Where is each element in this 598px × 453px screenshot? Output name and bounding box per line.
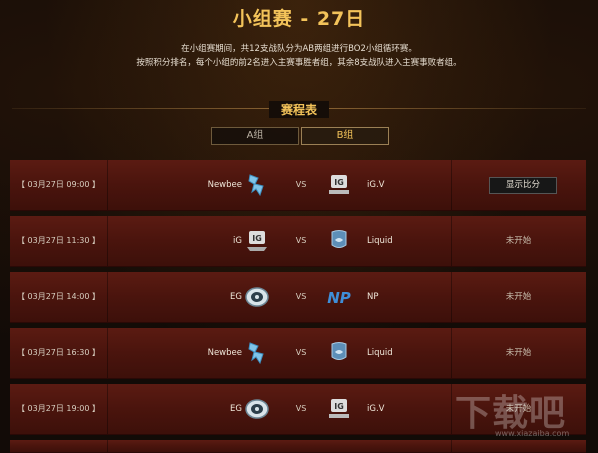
match-row: 【 03月27日 11:30 】 iG IG VS Liquid 未开始 — [10, 216, 586, 267]
vs-label: VS — [295, 404, 307, 413]
vs-label: VS — [295, 292, 307, 301]
team-left-name: Newbee — [207, 180, 242, 190]
column-divider — [107, 384, 108, 434]
team-liquid-icon — [326, 228, 352, 254]
team-right-name: iG.V — [367, 180, 385, 190]
newbee-icon — [244, 172, 270, 198]
column-divider — [451, 440, 452, 452]
match-time: 【 03月27日 09:00 】 — [16, 180, 101, 189]
svg-text:IG: IG — [334, 178, 344, 187]
schedule-title: 赛程表 — [269, 101, 329, 118]
team-right-name: iG.V — [367, 404, 385, 414]
svg-text:IG: IG — [334, 402, 344, 411]
team-left-name: EG — [230, 404, 242, 414]
column-divider — [107, 160, 108, 210]
match-status: 未开始 — [505, 348, 532, 358]
tab-group-b[interactable]: B组 — [301, 127, 389, 145]
team-left-name: Newbee — [207, 348, 242, 358]
svg-text:NP: NP — [327, 289, 351, 307]
description: 在小组赛期间，共12支战队分为AB两组进行BO2小组循环赛。 按照积分排名，每个… — [0, 42, 598, 70]
vs-label: VS — [295, 348, 307, 357]
match-row: 【 03月27日 14:00 】 EG VS NP NP 未开始 — [10, 272, 586, 323]
match-time: 【 03月27日 11:30 】 — [16, 236, 101, 245]
match-time: 【 03月27日 14:00 】 — [16, 292, 101, 301]
svg-text:IG: IG — [252, 234, 262, 243]
np-icon: NP — [326, 284, 352, 310]
ig-icon: IG — [244, 228, 270, 254]
show-score-button[interactable]: 显示比分 — [489, 177, 557, 194]
column-divider — [107, 328, 108, 378]
team-right-name: NP — [367, 292, 379, 302]
column-divider — [451, 160, 452, 210]
vs-label: VS — [295, 180, 307, 189]
team-left-name: EG — [230, 292, 242, 302]
match-status: 未开始 — [505, 292, 532, 302]
match-time: 【 03月27日 19:00 】 — [16, 404, 101, 413]
match-time: 【 03月27日 16:30 】 — [16, 348, 101, 357]
ig-vitality-icon: IG — [326, 396, 352, 422]
column-divider — [107, 216, 108, 266]
team-liquid-icon — [326, 340, 352, 366]
team-left-name: iG — [233, 236, 242, 246]
watermark-logo: 下载吧 www.xiazaiba.com — [455, 384, 595, 450]
eg-icon — [244, 396, 270, 422]
watermark-url: www.xiazaiba.com — [495, 429, 570, 438]
match-status: 未开始 — [505, 236, 532, 246]
vs-label: VS — [295, 236, 307, 245]
page-title: 小组赛 - 27日 — [232, 8, 366, 30]
tab-group-a[interactable]: A组 — [211, 127, 299, 145]
team-right-name: Liquid — [367, 348, 393, 358]
column-divider — [107, 272, 108, 322]
description-line-1: 在小组赛期间，共12支战队分为AB两组进行BO2小组循环赛。 — [181, 44, 417, 54]
eg-icon — [244, 284, 270, 310]
description-line-2: 按照积分排名，每个小组的前2名进入主赛事胜者组，其余8支战队进入主赛事败者组。 — [136, 58, 462, 68]
column-divider — [107, 440, 108, 452]
team-right-name: Liquid — [367, 236, 393, 246]
newbee-icon — [244, 340, 270, 366]
match-row: 【 03月27日 09:00 】 Newbee VS IG iG.V 显示比分 — [10, 160, 586, 211]
ig-vitality-icon: IG — [326, 172, 352, 198]
match-row: 【 03月27日 16:30 】 Newbee VS Liquid 未开始 — [10, 328, 586, 379]
